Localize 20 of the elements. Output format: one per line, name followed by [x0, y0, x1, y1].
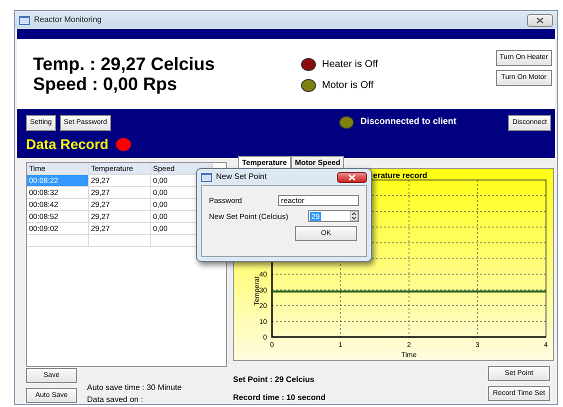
status-label: Motor is Off — [322, 79, 374, 93]
data-record-title: Data Record — [26, 136, 108, 152]
close-icon — [348, 174, 356, 180]
speed-reading: Speed : 0,00 Rps — [33, 74, 178, 94]
app-icon — [19, 16, 30, 24]
set-point-label: Set Point : 29 Celcius — [233, 374, 316, 386]
chart-title: erature record — [373, 171, 428, 180]
status-label: Heater is Off — [322, 58, 378, 72]
record-time-label: Record time : 10 second — [233, 392, 326, 404]
window-title: Reactor Monitoring — [34, 14, 102, 26]
close-icon — [536, 16, 544, 24]
dialog-icon — [201, 172, 212, 182]
connection-status: Disconnected to client — [360, 115, 456, 128]
record-indicator-icon — [116, 138, 132, 150]
dialog-title: New Set Point — [216, 171, 267, 183]
auto-save-info: Auto save time : 30 Minute — [87, 382, 182, 394]
close-button[interactable] — [527, 14, 553, 26]
temperature-reading: Temp. : 29,27 Celcius — [33, 54, 216, 74]
close-button[interactable] — [337, 172, 367, 182]
auto-save-info: Data saved on : — [87, 394, 144, 406]
